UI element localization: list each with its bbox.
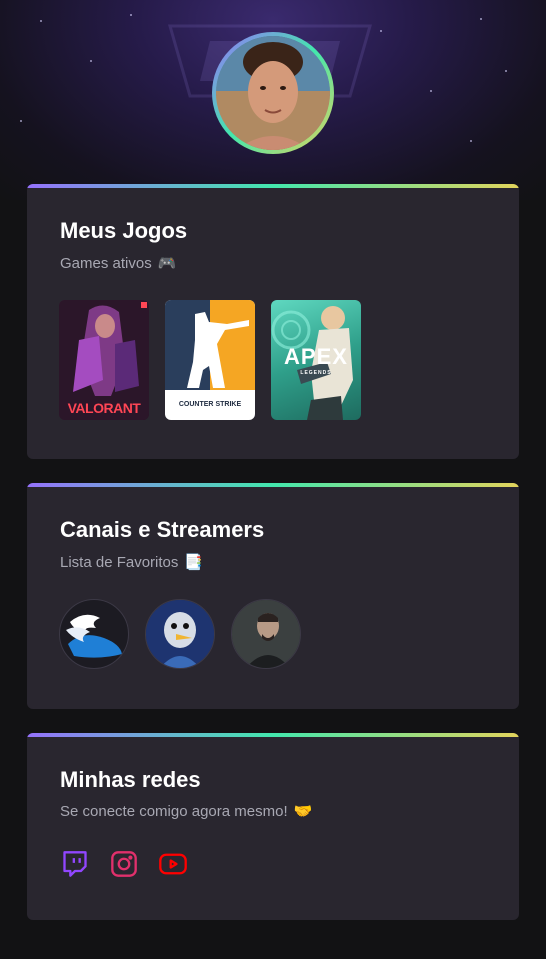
instagram-link[interactable]: [110, 850, 140, 880]
avatar-ring: [212, 32, 334, 154]
valorant-logo-text: VALORANT: [67, 400, 141, 416]
star: [505, 70, 507, 72]
avatar[interactable]: [216, 36, 330, 150]
game-counter-strike[interactable]: COUNTER STRIKE: [165, 300, 255, 420]
apex-logo-subtext: LEGENDS: [300, 370, 332, 376]
games-subtitle: Games ativos 🎮: [60, 254, 176, 272]
apex-logo-text: APEX: [284, 344, 348, 369]
bookmark-tabs-icon: 📑: [184, 554, 204, 571]
winged-shoe-icon: [66, 614, 122, 658]
avatar-photo: [216, 36, 330, 150]
page: Meus Jogos Games ativos 🎮 VALORANT COUNT…: [0, 0, 546, 959]
games-subtitle-text: Games ativos: [60, 255, 152, 272]
counter-strike-label-top: COUNTER: [178, 401, 214, 408]
streamers-subtitle: Lista de Favoritos 📑: [60, 553, 203, 571]
youtube-icon: [159, 853, 187, 875]
bird-mascot-icon: [146, 600, 214, 668]
star: [20, 120, 22, 122]
youtube-link[interactable]: [158, 850, 188, 880]
star: [480, 18, 482, 20]
gamepad-icon: 🎮: [157, 255, 177, 272]
games-card: Meus Jogos Games ativos 🎮 VALORANT COUNT…: [27, 184, 519, 459]
person-photo: [232, 600, 300, 668]
game-valorant[interactable]: VALORANT: [59, 300, 149, 420]
game-apex-legends[interactable]: APEX LEGENDS: [271, 300, 361, 420]
streamer-avatar-2[interactable]: [145, 599, 215, 669]
games-title: Meus Jogos: [60, 218, 188, 243]
streamers-title: Canais e Streamers: [60, 517, 265, 542]
hero-banner: [0, 0, 546, 200]
star: [40, 20, 42, 22]
twitch-link[interactable]: [61, 850, 91, 880]
streamer-avatar-1[interactable]: [59, 599, 129, 669]
star: [130, 14, 132, 16]
star: [470, 140, 472, 142]
social-card: Minhas redes Se conecte comigo agora mes…: [27, 733, 519, 920]
streamers-subtitle-text: Lista de Favoritos: [60, 554, 179, 571]
counter-strike-label-right: STRIKE: [215, 401, 242, 408]
star: [430, 90, 432, 92]
social-subtitle-text: Se conecte comigo agora mesmo!: [60, 803, 288, 820]
instagram-icon: [111, 851, 137, 877]
handshake-icon: 🤝: [293, 803, 313, 820]
twitch-icon: [63, 851, 87, 877]
streamer-avatar-3[interactable]: [231, 599, 301, 669]
counter-strike-logo-text: COUNTER STRIKE: [165, 401, 255, 408]
social-title: Minhas redes: [60, 767, 201, 792]
streamers-card: Canais e Streamers Lista de Favoritos 📑: [27, 483, 519, 709]
star: [90, 60, 92, 62]
social-subtitle: Se conecte comigo agora mesmo! 🤝: [60, 802, 312, 820]
